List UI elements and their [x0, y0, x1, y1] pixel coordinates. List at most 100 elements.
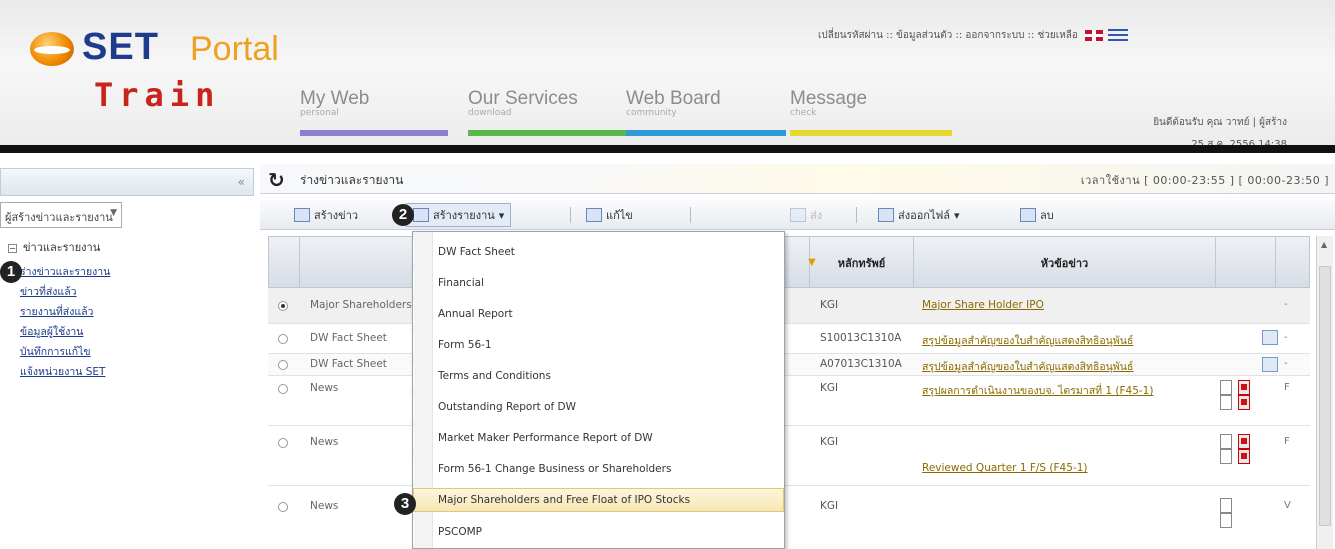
- col-headline[interactable]: หัวข้อข่าว: [913, 237, 1215, 289]
- row-type: DW Fact Sheet: [310, 358, 387, 370]
- edit-icon[interactable]: [1262, 330, 1278, 345]
- role-select[interactable]: ผู้สร้างข่าวและรายงาน ▼: [0, 202, 122, 228]
- col-security-label: หลักทรัพย์: [837, 257, 886, 270]
- row-docs: [1220, 434, 1250, 464]
- document-icon[interactable]: [1220, 498, 1232, 513]
- row-docs: [1262, 357, 1278, 372]
- tree-item[interactable]: รายงานที่ส่งแล้ว: [20, 302, 110, 322]
- tree-item[interactable]: ข่าวที่ส่งแล้ว: [20, 282, 110, 302]
- logo-portal-text: Portal: [190, 30, 279, 68]
- menu-item-market-maker[interactable]: Market Maker Performance Report of DW: [413, 426, 784, 450]
- create-news-label: สร้างข่าว: [314, 209, 359, 222]
- create-report-menu: DW Fact Sheet Financial Annual Report Fo…: [412, 231, 785, 549]
- row-radio[interactable]: [278, 334, 288, 344]
- delete-icon: [1020, 208, 1036, 222]
- send-button[interactable]: ส่ง: [790, 206, 822, 224]
- menu-item-major-shareholders-ipo[interactable]: Major Shareholders and Free Float of IPO…: [413, 488, 784, 512]
- col-security[interactable]: ▼ หลักทรัพย์: [808, 237, 913, 289]
- tree-root[interactable]: − ข่าวและรายงาน: [8, 238, 100, 256]
- chevron-down-icon[interactable]: ▾: [954, 209, 960, 222]
- pdf-icon[interactable]: [1238, 449, 1250, 464]
- document-icon[interactable]: [1220, 513, 1232, 528]
- menu-item-annual-report[interactable]: Annual Report: [413, 302, 784, 326]
- row-radio[interactable]: [278, 384, 288, 394]
- document-icon[interactable]: [1220, 449, 1232, 464]
- nav-my-web[interactable]: My Web personal: [300, 88, 448, 138]
- delete-label: ลบ: [1040, 209, 1054, 222]
- row-radio[interactable]: [278, 301, 288, 311]
- tree-item[interactable]: ข้อมูลผู้ใช้งาน: [20, 322, 110, 342]
- new-doc-icon: [294, 208, 310, 222]
- row-radio[interactable]: [278, 438, 288, 448]
- tree-item-notify-set[interactable]: แจ้งหน่วยงาน SET: [20, 366, 105, 378]
- nav-message[interactable]: Message check: [790, 88, 952, 138]
- tree-item[interactable]: บันทึกการแก้ไข: [20, 342, 110, 362]
- nav-bar: [626, 130, 786, 136]
- document-icon[interactable]: [1220, 434, 1232, 449]
- nav-web-board[interactable]: Web Board community: [626, 88, 786, 138]
- menu-item-dw-fact-sheet[interactable]: DW Fact Sheet: [413, 240, 784, 264]
- row-security: A07013C1310A: [820, 358, 902, 370]
- collapse-icon[interactable]: «: [238, 175, 245, 189]
- row-radio[interactable]: [278, 360, 288, 370]
- pdf-icon[interactable]: [1238, 395, 1250, 410]
- main-panel-header: ↻ ร่างข่าวและรายงาน เวลาใช้งาน [ 00:00-2…: [260, 164, 1335, 194]
- edit-button[interactable]: แก้ไข: [586, 206, 633, 224]
- nav-our-services[interactable]: Our Services download: [468, 88, 626, 138]
- main-title: ร่างข่าวและรายงาน: [300, 173, 404, 187]
- setportal-logo[interactable]: SET Portal Train: [30, 22, 279, 122]
- row-type: DW Fact Sheet: [310, 332, 387, 344]
- menu-item-financial[interactable]: Financial: [413, 271, 784, 295]
- row-headline-link[interactable]: Major Share Holder IPO: [922, 299, 1044, 311]
- row-headline-link[interactable]: สรุปข้อมูลสำคัญของใบสำคัญแสดงสิทธิอนุพัน…: [922, 332, 1133, 349]
- edit-label: แก้ไข: [606, 209, 633, 222]
- top-links-text[interactable]: เปลี่ยนรหัสผ่าน :: ข้อมูลส่วนตัว :: ออกจ…: [818, 30, 1078, 41]
- row-headline-link[interactable]: Reviewed Quarter 1 F/S (F45-1): [922, 462, 1088, 474]
- edit-icon[interactable]: [1262, 357, 1278, 372]
- service-time: เวลาใช้งาน [ 00:00-23:55 ] [ 00:00-23:50…: [1080, 174, 1329, 187]
- menu-item-terms[interactable]: Terms and Conditions: [413, 364, 784, 388]
- menu-item-pscomp[interactable]: PSCOMP: [413, 520, 784, 544]
- document-icon[interactable]: [1220, 380, 1232, 395]
- menu-item-form-56-1-change[interactable]: Form 56-1 Change Business or Shareholder…: [413, 457, 784, 481]
- tree-item[interactable]: แจ้งหน่วยงาน SET: [20, 362, 110, 382]
- menu-item-outstanding-dw[interactable]: Outstanding Report of DW: [413, 395, 784, 419]
- row-headline-link[interactable]: สรุปผลการดำเนินงานของบจ. ไตรมาสที่ 1 (F4…: [922, 382, 1153, 399]
- create-report-button[interactable]: สร้างรายงาน ▾: [406, 203, 512, 227]
- nav-title: Message: [790, 88, 868, 109]
- menu-item-form-56-1[interactable]: Form 56-1: [413, 333, 784, 357]
- nav-bar: [790, 130, 952, 136]
- top-links[interactable]: เปลี่ยนรหัสผ่าน :: ข้อมูลส่วนตัว :: ออกจ…: [818, 28, 1129, 43]
- row-radio[interactable]: [278, 502, 288, 512]
- uk-flag-icon[interactable]: [1085, 29, 1104, 41]
- row-type: Major Shareholders: [310, 299, 412, 311]
- pdf-icon[interactable]: [1238, 434, 1250, 449]
- refresh-icon[interactable]: ↻: [268, 168, 285, 192]
- logo-train-text: Train: [94, 76, 221, 114]
- scroll-up-icon[interactable]: ▲: [1321, 240, 1327, 249]
- row-type: News: [310, 500, 339, 512]
- scroll-thumb[interactable]: [1319, 266, 1331, 526]
- tree-item-history[interactable]: บันทึกการแก้ไข: [20, 346, 91, 358]
- row-tail: -: [1284, 332, 1288, 343]
- create-news-button[interactable]: สร้างข่าว: [294, 206, 358, 224]
- pdf-icon[interactable]: [1238, 380, 1250, 395]
- document-icon[interactable]: [1220, 395, 1232, 410]
- chevron-down-icon[interactable]: ▼: [110, 208, 117, 218]
- tree-item-sent-news[interactable]: ข่าวที่ส่งแล้ว: [20, 286, 77, 298]
- delete-button[interactable]: ลบ: [1020, 206, 1054, 224]
- row-type: News: [310, 436, 339, 448]
- chevron-down-icon[interactable]: ▾: [499, 209, 505, 222]
- step-badge-3: 3: [394, 493, 416, 515]
- toolbar: สร้างข่าว สร้างรายงาน ▾ แก้ไข ส่ง ส่งออก…: [260, 200, 1335, 230]
- tree-item-draft[interactable]: ร่างข่าวและรายงาน: [20, 266, 110, 278]
- tree-item-sent-reports[interactable]: รายงานที่ส่งแล้ว: [20, 306, 93, 318]
- vertical-scrollbar[interactable]: ▲: [1316, 236, 1333, 549]
- tree-item[interactable]: ร่างข่าวและรายงาน: [20, 262, 110, 282]
- export-button[interactable]: ส่งออกไฟล์ ▾: [878, 206, 960, 224]
- tree-item-user-info[interactable]: ข้อมูลผู้ใช้งาน: [20, 326, 83, 338]
- collapse-tree-icon[interactable]: −: [8, 244, 17, 253]
- sort-arrow-icon[interactable]: ▼: [808, 257, 816, 268]
- row-headline-link[interactable]: สรุปข้อมูลสำคัญของใบสำคัญแสดงสิทธิอนุพัน…: [922, 358, 1133, 375]
- menu-icon[interactable]: [1108, 29, 1129, 41]
